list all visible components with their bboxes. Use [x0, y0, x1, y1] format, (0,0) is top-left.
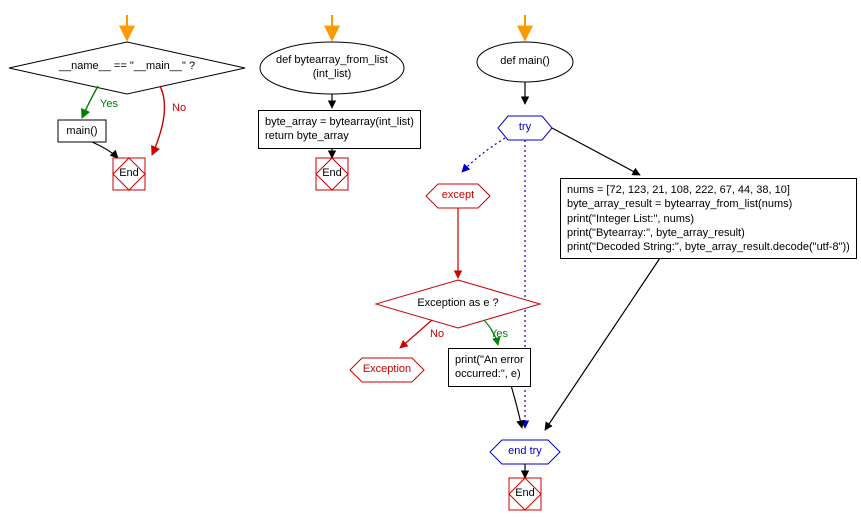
exception-reraise [350, 358, 424, 382]
process-main-call [58, 120, 106, 142]
process-error-print: print("An error occurred:", e) [448, 348, 531, 387]
terminator-end-3 [509, 478, 541, 510]
except-node [426, 184, 490, 208]
terminator-end-2 [316, 158, 348, 190]
start-def-bytearray [260, 42, 404, 94]
decision-name-main [9, 42, 245, 94]
decision-exception-as-e [376, 280, 540, 328]
start-def-main [477, 42, 573, 82]
terminator-end-1 [113, 158, 145, 190]
flowchart-canvas [0, 0, 861, 521]
process-bytearray-body: byte_array = bytearray(int_list) return … [258, 110, 421, 149]
process-try-body: nums = [72, 123, 21, 108, 222, 67, 44, 3… [560, 178, 857, 259]
try-node [498, 116, 552, 140]
end-try-node [490, 440, 560, 464]
